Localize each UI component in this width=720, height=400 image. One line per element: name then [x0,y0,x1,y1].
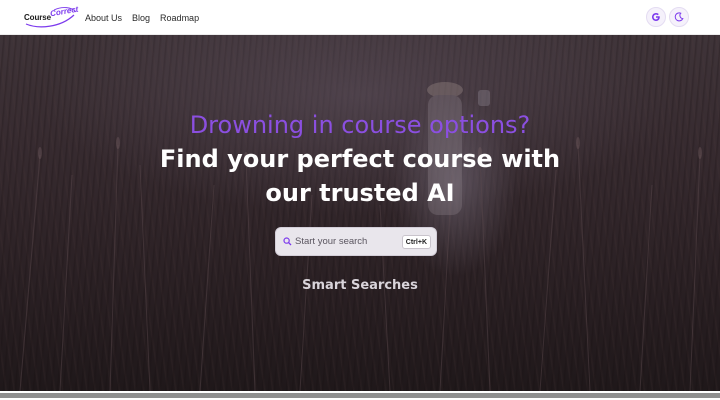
google-icon [652,13,660,21]
search-placeholder: Start your search [295,236,368,247]
smart-searches-heading: Smart Searches [302,278,418,293]
moon-icon [674,12,684,22]
theme-toggle-button[interactable] [669,7,689,27]
nav-link-blog[interactable]: Blog [132,13,150,23]
main-nav: About Us Blog Roadmap [85,0,209,35]
bottom-divider [0,393,720,398]
keyboard-shortcut-badge: Ctrl+K [401,235,431,249]
logo-text-course: Course [24,13,51,22]
search-icon [283,237,292,246]
hero-tagline: Drowning in course options? [189,111,531,139]
google-signin-button[interactable] [646,7,666,27]
logo[interactable]: Course Correct [24,5,79,28]
nav-link-about-us[interactable]: About Us [85,13,122,23]
wheat-field-background [19,82,702,391]
top-navbar: Course Correct About Us Blog Roadmap [0,0,720,35]
search-bar[interactable]: Start your search Ctrl+K [275,227,437,256]
bottom-scroll-strip [0,391,720,400]
hero-section: Drowning in course options? Find your pe… [0,35,720,391]
hero-title-line-1: Find your perfect course with [159,145,561,173]
nav-link-roadmap[interactable]: Roadmap [160,13,199,23]
hero-title-line-2: our trusted AI [265,179,455,207]
